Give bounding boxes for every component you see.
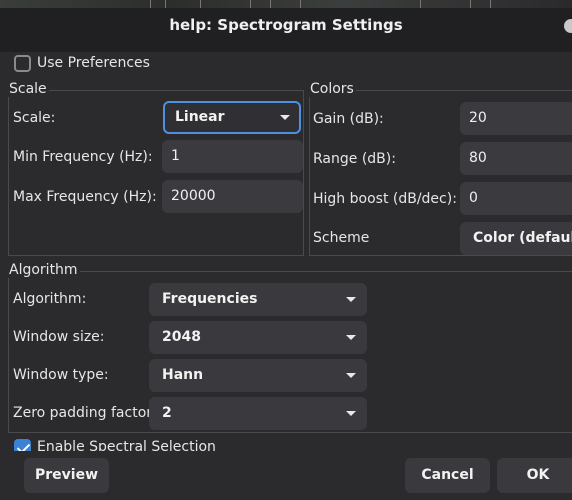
window-type-dropdown-value: Hann — [162, 367, 204, 383]
range-field[interactable]: 80 — [460, 142, 572, 175]
algorithm-group-title: Algorithm — [7, 262, 80, 278]
ok-button[interactable]: OK — [497, 458, 572, 493]
max-frequency-field[interactable]: 20000 — [162, 180, 303, 213]
scheme-dropdown[interactable]: Color (default) — [460, 222, 572, 255]
range-label: Range (dB): — [313, 151, 396, 167]
chevron-down-icon — [346, 373, 356, 378]
close-icon[interactable] — [564, 19, 572, 33]
window-size-dropdown[interactable]: 2048 — [149, 321, 367, 354]
min-frequency-field[interactable]: 1 — [162, 140, 303, 173]
zero-padding-dropdown-value: 2 — [162, 405, 172, 421]
window-type-label: Window type: — [13, 367, 109, 383]
chevron-down-icon — [280, 115, 290, 120]
use-preferences-label: Use Preferences — [37, 55, 150, 71]
scale-label: Scale: — [13, 110, 56, 126]
gain-field[interactable]: 20 — [460, 102, 572, 135]
window-title: help: Spectrogram Settings — [169, 16, 403, 34]
chevron-down-icon — [346, 297, 356, 302]
use-preferences-checkbox[interactable] — [14, 55, 31, 72]
spectrogram-settings-dialog: help: Spectrogram Settings Use Preferenc… — [0, 0, 572, 500]
scheme-label: Scheme — [313, 230, 370, 246]
scale-dropdown-value: Linear — [175, 109, 225, 125]
chevron-down-icon — [346, 335, 356, 340]
colors-group-title: Colors — [308, 81, 356, 97]
preview-button[interactable]: Preview — [24, 458, 109, 493]
algorithm-dropdown-value: Frequencies — [162, 291, 258, 307]
min-frequency-label: Min Frequency (Hz): — [13, 149, 153, 165]
zero-padding-label: Zero padding factor: — [13, 405, 157, 421]
title-bar: help: Spectrogram Settings — [0, 0, 572, 52]
algorithm-dropdown[interactable]: Frequencies — [149, 283, 367, 316]
gain-label: Gain (dB): — [313, 111, 384, 127]
scheme-dropdown-value: Color (default) — [473, 230, 572, 246]
max-frequency-label: Max Frequency (Hz): — [13, 189, 157, 205]
zero-padding-dropdown[interactable]: 2 — [149, 397, 367, 430]
window-type-dropdown[interactable]: Hann — [149, 359, 367, 392]
cancel-button[interactable]: Cancel — [405, 458, 490, 493]
chevron-down-icon — [346, 411, 356, 416]
scale-group-title: Scale — [7, 81, 49, 97]
algorithm-label: Algorithm: — [13, 291, 87, 307]
scale-dropdown[interactable]: Linear — [163, 101, 301, 134]
high-boost-label: High boost (dB/dec): — [313, 191, 457, 207]
window-size-dropdown-value: 2048 — [162, 329, 201, 345]
high-boost-field[interactable]: 0 — [460, 182, 572, 215]
window-size-label: Window size: — [13, 329, 105, 345]
background-window-strip — [0, 0, 572, 8]
